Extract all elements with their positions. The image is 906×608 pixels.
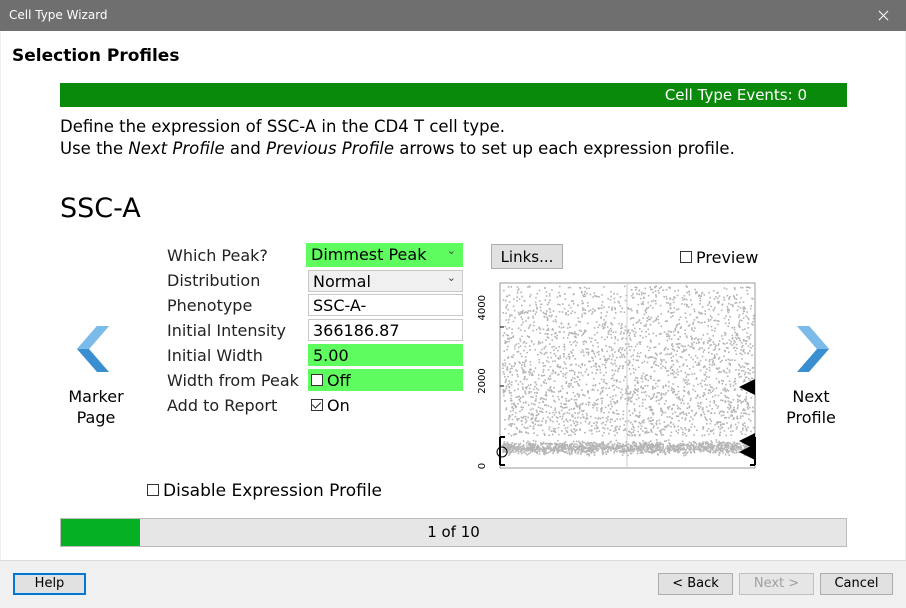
initial-width-field[interactable]: 5.00	[308, 344, 463, 366]
next-button[interactable]: Next >	[739, 573, 814, 595]
instructions: Define the expression of SSC-A in the CD…	[60, 116, 735, 160]
title-bar: Cell Type Wizard	[0, 0, 906, 31]
chevron-down-icon: ⌄	[446, 271, 456, 284]
marker-page-label[interactable]: Marker Page	[63, 386, 129, 428]
add-to-report-label: Add to Report	[167, 396, 278, 415]
width-from-peak-label: Width from Peak	[167, 371, 299, 390]
width-from-peak-value: Off	[327, 371, 351, 390]
window-title: Cell Type Wizard	[9, 8, 108, 22]
wizard-page: Selection Profiles Cell Type Events: 0 D…	[1, 31, 905, 560]
preview-checkbox[interactable]: Preview	[680, 248, 758, 267]
phenotype-label: Phenotype	[167, 296, 253, 315]
distribution-label: Distribution	[167, 271, 261, 290]
checkbox-icon	[147, 484, 159, 496]
checked-checkbox-icon	[311, 399, 323, 411]
links-button[interactable]: Links...	[491, 244, 563, 269]
previous-arrow-icon[interactable]	[75, 324, 115, 374]
initial-intensity-label: Initial Intensity	[167, 321, 286, 340]
add-to-report-checkbox[interactable]: On	[308, 394, 463, 416]
disable-expression-profile-label: Disable Expression Profile	[163, 481, 383, 501]
distribution-select[interactable]: Normal ⌄	[308, 270, 463, 292]
parameter-name: SSC-A	[60, 193, 141, 224]
initial-intensity-field[interactable]: 366186.87	[308, 319, 463, 341]
progress-bar: 1 of 10	[60, 518, 847, 547]
next-profile-label[interactable]: Next Profile	[778, 386, 844, 428]
checkbox-icon	[680, 251, 692, 263]
which-peak-value: Dimmest Peak	[311, 245, 427, 264]
preview-label: Preview	[696, 248, 759, 267]
page-heading: Selection Profiles	[12, 46, 180, 66]
chevron-down-icon: ⌄	[446, 244, 456, 257]
events-label: Cell Type Events: 0	[664, 86, 807, 104]
initial-width-label: Initial Width	[167, 346, 263, 365]
phenotype-field[interactable]: SSC-A-	[308, 294, 463, 316]
checkbox-icon	[311, 374, 323, 386]
add-to-report-value: On	[327, 396, 350, 415]
help-button[interactable]: Help	[13, 573, 86, 595]
disable-expression-profile-checkbox[interactable]: Disable Expression Profile	[147, 481, 382, 501]
scatter-plot[interactable]: 4000 2000 0	[473, 281, 759, 471]
close-icon[interactable]	[860, 0, 906, 31]
which-peak-label: Which Peak?	[167, 246, 268, 265]
which-peak-select[interactable]: Dimmest Peak ⌄	[306, 243, 463, 267]
cancel-button[interactable]: Cancel	[820, 573, 893, 595]
next-arrow-icon[interactable]	[791, 324, 831, 374]
cell-type-events-bar: Cell Type Events: 0	[60, 83, 847, 107]
progress-text: 1 of 10	[427, 523, 480, 541]
y-tick-label: 0	[477, 463, 488, 469]
distribution-value: Normal	[313, 272, 371, 291]
instruction-line-2: Use the Next Profile and Previous Profil…	[60, 139, 735, 158]
y-tick-label: 2000	[477, 368, 488, 393]
instruction-line-1: Define the expression of SSC-A in the CD…	[60, 117, 506, 136]
footer-divider	[0, 560, 906, 561]
y-tick-label: 4000	[477, 295, 488, 320]
back-button[interactable]: < Back	[658, 573, 733, 595]
width-from-peak-checkbox[interactable]: Off	[308, 369, 463, 391]
